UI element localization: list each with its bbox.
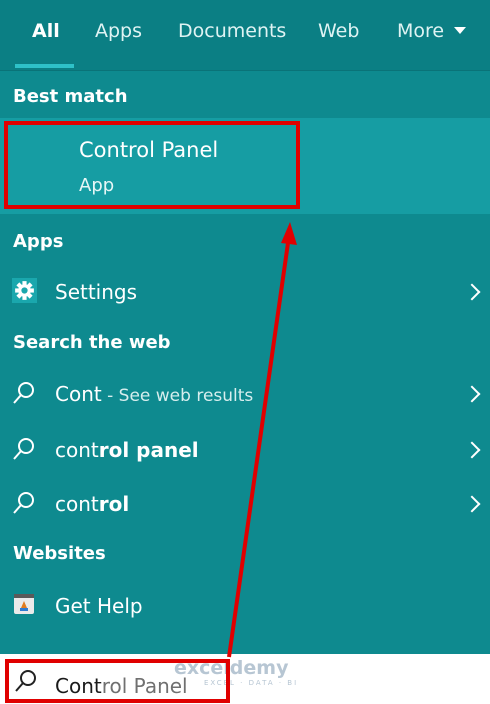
web-result-completion: rol panel [98, 438, 199, 462]
search-tabs: All Apps Documents Web More [0, 0, 490, 71]
tab-more[interactable]: More [397, 20, 467, 42]
section-apps: Apps [13, 231, 64, 252]
best-match-item[interactable] [0, 118, 490, 214]
settings-label: Settings [55, 280, 138, 304]
tab-apps[interactable]: Apps [95, 20, 142, 42]
chevron-right-icon[interactable] [463, 441, 481, 459]
section-search-web: Search the web [13, 332, 171, 353]
search-icon [15, 670, 36, 692]
gear-icon [12, 278, 37, 303]
tab-all[interactable]: All [32, 20, 60, 42]
tab-web[interactable]: Web [318, 20, 359, 42]
web-result-control-panel[interactable]: control panel [0, 424, 490, 474]
best-match-title: Control Panel [79, 138, 219, 162]
chevron-right-icon[interactable] [463, 283, 481, 301]
best-match-subtitle: App [79, 175, 115, 196]
chevron-down-icon [454, 27, 467, 34]
web-result-prefix: cont [55, 492, 99, 516]
get-help-icon [14, 594, 34, 614]
chevron-right-icon[interactable] [463, 385, 481, 403]
get-help-label: Get Help [55, 594, 143, 618]
section-websites: Websites [13, 543, 106, 564]
section-best-match: Best match [13, 86, 128, 107]
search-autocomplete: rol Panel [101, 674, 188, 698]
active-tab-indicator [15, 64, 74, 68]
web-result-query: Cont [55, 382, 102, 406]
search-input[interactable]: Control Panel [55, 674, 188, 698]
tab-more-label: More [397, 20, 445, 42]
search-icon [13, 382, 34, 404]
web-result-prefix: cont [55, 438, 99, 462]
chevron-right-icon[interactable] [463, 495, 481, 513]
web-result-suffix: - See web results [101, 386, 254, 406]
search-icon [13, 438, 34, 460]
app-item-settings[interactable]: Settings [0, 266, 490, 316]
search-icon [13, 492, 34, 514]
web-result-cont[interactable]: Cont - See web results [0, 368, 490, 418]
search-typed-text: Cont [55, 674, 102, 698]
web-result-completion: rol [98, 492, 130, 516]
web-result-control[interactable]: control [0, 478, 490, 528]
website-get-help[interactable]: Get Help [0, 580, 490, 630]
tab-documents[interactable]: Documents [178, 20, 286, 42]
